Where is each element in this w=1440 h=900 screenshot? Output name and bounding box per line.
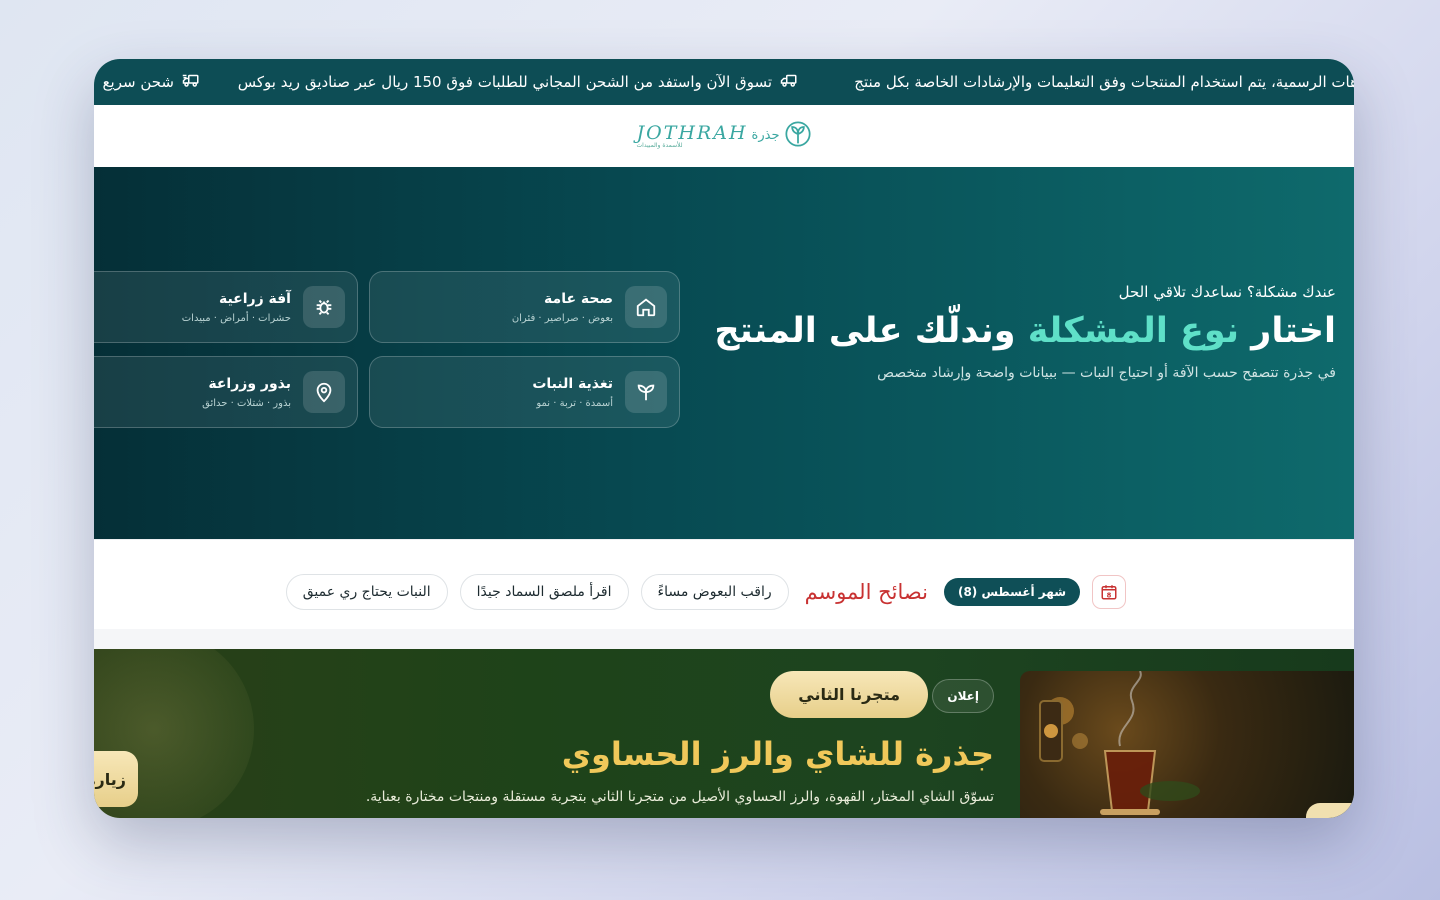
ad-label-badge: إعلان [932,679,994,713]
category-card-plant-nutrition[interactable]: تغذية النبات أسمدة · تربة · نمو [369,356,680,428]
category-card-seeds-planting[interactable]: بذور وزراعة بذور · شتلات · حدائق [94,356,358,428]
ad-banner: متجرنا الثاني إعلان جذرة للشاي والرز الح… [94,649,1354,818]
season-tips-title: نصائح الموسم [804,580,928,604]
leaf-emblem-icon [784,120,812,152]
image-corner-button[interactable] [1306,803,1354,818]
hero-title-part1: اختار [1239,311,1336,351]
logo-latin-text: JOTHRAH [636,121,748,144]
ticker-item-fast-shipping: شحن سريع [103,59,200,105]
ticker-item-free-shipping: تسوق الآن واستفد من الشحن المجاني للطلبا… [238,59,798,105]
ticker-item-instructions: هات الرسمية، يتم استخدام المنتجات وفق ال… [854,59,1354,105]
section-divider [94,629,1354,649]
hero-title-part2: وندلّك على المنتج [714,311,1028,351]
tip-chip-fertilizer-label[interactable]: اقرأ ملصق السماد جيدًا [459,574,629,610]
category-card-public-health[interactable]: صحة عامة بعوض · صراصير · فئران [369,271,680,343]
card-title: آفة زراعية [218,290,291,307]
hero-title-accent: نوع المشكلة [1027,311,1239,351]
card-subtitle: أسمدة · تربة · نمو [536,397,613,409]
map-pin-icon [303,371,345,413]
tip-chip-mosquito[interactable]: راقب البعوض مساءً [640,574,789,610]
card-subtitle: حشرات · أمراض · مبيدات [181,312,291,324]
hero-text-block: عندك مشكلة؟ نساعدك تلاقي الحل اختار نوع … [714,283,1336,381]
calendar-day: 8 [1107,591,1112,599]
card-subtitle: بعوض · صراصير · فئران [511,312,613,324]
ad-subtitle: تسوّق الشاي المختار، القهوة، والرز الحسا… [365,789,994,805]
ticker-text: شحن سريع [102,73,174,91]
logo-arabic-text: جذرة [751,128,780,143]
browser-window: هات الرسمية، يتم استخدام المنتجات وفق ال… [94,59,1354,818]
tip-chip-deep-watering[interactable]: النبات يحتاج ري عميق [285,574,448,610]
fast-delivery-icon [182,71,200,93]
month-badge[interactable]: شهر أغسطس (8) [943,578,1080,606]
card-subtitle: بذور · شتلات · حدائق [202,397,291,409]
hero-kicker: عندك مشكلة؟ نساعدك تلاقي الحل [1118,283,1336,301]
site-header: JOTHRAH للأسمدة والمبيدات جذرة [94,105,1354,168]
tea-glass-image [1020,671,1354,818]
bug-icon [303,286,345,328]
site-logo[interactable]: JOTHRAH للأسمدة والمبيدات جذرة [637,120,812,152]
visit-button[interactable]: زيارة [94,751,138,807]
hero-subtitle: في جذرة تتصفح حسب الآفة أو احتياج النبات… [877,365,1336,381]
ticker-text: تسوق الآن واستفد من الشحن المجاني للطلبا… [237,73,772,91]
ticker-text: هات الرسمية، يتم استخدام المنتجات وفق ال… [854,73,1354,91]
announcement-ticker: هات الرسمية، يتم استخدام المنتجات وفق ال… [94,59,1354,105]
hero-section: عندك مشكلة؟ نساعدك تلاقي الحل اختار نوع … [94,167,1354,539]
card-title: صحة عامة [544,290,613,307]
card-title: تغذية النبات [532,375,613,392]
tips-row: 8 شهر أغسطس (8) نصائح الموسم راقب البعوض… [285,574,1126,610]
home-icon [625,286,667,328]
card-title: بذور وزراعة [208,375,291,392]
hero-title: اختار نوع المشكلة وندلّك على المنتج [714,311,1336,351]
calendar-icon: 8 [1092,575,1126,609]
second-store-button[interactable]: متجرنا الثاني [770,671,928,718]
ad-title: جذرة للشاي والرز الحساوي [561,735,994,773]
truck-icon [780,71,798,93]
sprout-icon [625,371,667,413]
category-card-agricultural-pest[interactable]: آفة زراعية حشرات · أمراض · مبيدات [94,271,358,343]
